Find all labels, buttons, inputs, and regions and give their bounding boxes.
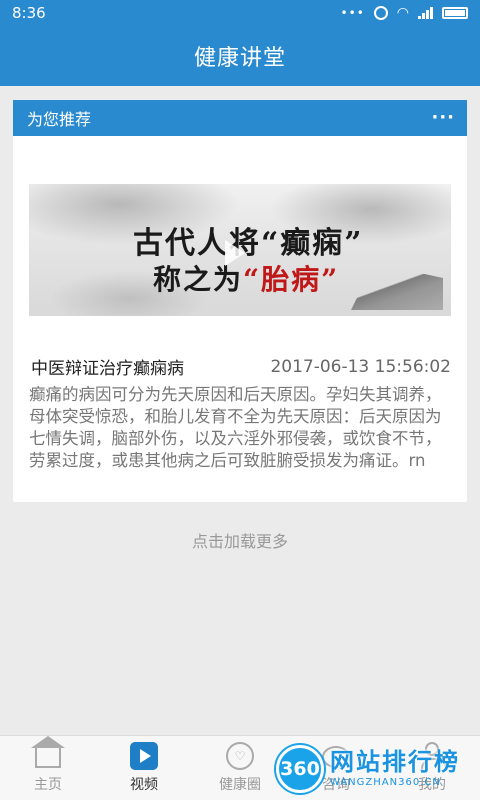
more-options-icon[interactable]: ···: [431, 109, 455, 127]
play-icon[interactable]: [225, 240, 245, 266]
home-icon: [31, 736, 65, 768]
video-thumbnail[interactable]: 古代人将“癫痫” 称之为“胎病”: [29, 184, 451, 316]
nav-item-label: 健康圈: [219, 777, 261, 793]
more-dots-icon: •••: [340, 6, 365, 20]
nav-item-label: 主页: [34, 777, 62, 793]
watermark-badge: 360: [276, 745, 324, 793]
article-timestamp: 2017-06-13 15:56:02: [270, 356, 451, 377]
watermark-text: 网站排行榜 WANGZHAN360.CN: [330, 750, 460, 788]
thumbnail-caption-highlight: “癫痫”: [261, 226, 364, 261]
thumbnail-caption-text: 称之为: [153, 263, 244, 296]
recommend-card-title: 为您推荐: [27, 110, 92, 129]
alarm-icon: [373, 6, 388, 20]
roof-silhouette: [351, 270, 443, 310]
status-bar: 8:36 ••• ◠: [0, 0, 480, 26]
heart-circle-icon: ♡: [226, 742, 254, 770]
article-title-row[interactable]: 中医辩证治疗癫痫病 2017-06-13 15:56:02: [31, 354, 451, 380]
article-summary: 癫痛的病因可分为先天原因和后天原因。孕妇失其调养，母体突受惊恐，和胎儿发育不全为…: [29, 385, 442, 470]
nav-item-health-circle[interactable]: ♡ 健康圈: [192, 736, 288, 800]
recommend-card-header: 为您推荐 ···: [13, 100, 467, 136]
page-title: 健康讲堂: [193, 46, 286, 71]
signal-icon: [418, 7, 433, 19]
watermark-domain: WANGZHAN360.CN: [330, 777, 441, 788]
watermark-name: 网站排行榜: [330, 748, 460, 776]
thumbnail-caption-line2: 称之为“胎病”: [153, 258, 339, 298]
app-bar: 健康讲堂: [0, 26, 480, 86]
battery-icon: [442, 7, 468, 19]
nav-item-label: 视频: [130, 777, 158, 793]
load-more-button[interactable]: 点击加载更多: [0, 528, 480, 552]
article-title[interactable]: 中医辩证治疗癫痫病: [31, 354, 184, 379]
wifi-icon: ◠: [396, 5, 409, 21]
status-time: 8:36: [12, 4, 46, 22]
nav-item-video[interactable]: 视频: [96, 736, 192, 800]
status-icons: ••• ◠: [341, 5, 468, 21]
thumbnail-caption-highlight: “胎病”: [243, 263, 340, 296]
recommend-card: 为您推荐 ··· 古代人将“癫痫” 称之为“胎病” 中医辩证治疗癫痫病 2017…: [13, 100, 467, 502]
thumbnail-caption-line1: 古代人将“癫痫”: [133, 218, 364, 262]
watermark: 360 网站排行榜 WANGZHAN360.CN: [276, 738, 480, 800]
nav-item-home[interactable]: 主页: [0, 736, 96, 800]
video-icon: [130, 742, 158, 770]
